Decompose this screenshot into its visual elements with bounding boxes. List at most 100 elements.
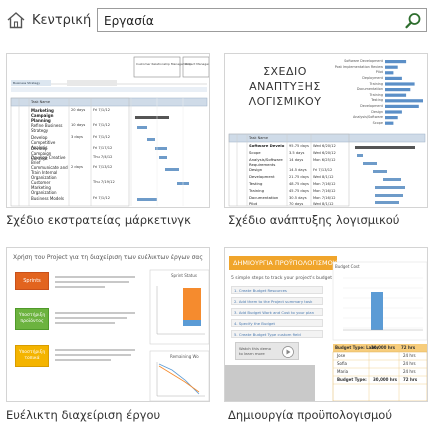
budget-demo[interactable]: Watch this demo to learn more <box>235 342 299 360</box>
mkt-task-start: Thu 7/19/12 <box>93 180 115 184</box>
mkt-task-start: Thu 7/4/12 <box>93 155 113 159</box>
budget-demo-label: Watch this demo to learn more <box>239 346 271 356</box>
budget-step[interactable]: 2. Add them to the Project summary task <box>231 297 323 305</box>
budget-table-cell: 24 hrs <box>403 369 416 374</box>
sw-title-line-3: ΛΟΓΙΣΜΙΚΟΥ <box>248 95 322 108</box>
sw-bar <box>385 71 394 75</box>
sw-bar <box>385 88 411 92</box>
budget-table-cell: Jose <box>337 353 346 358</box>
mkt-task-name: Refine Business Strategy <box>31 123 63 133</box>
budget-step-label: 1. Create Budget Resources <box>234 288 287 293</box>
mkt-task-duration: 2 days <box>71 165 83 169</box>
sw-task-start: Fri 7/13/12 <box>313 168 333 172</box>
sw-task-duration: 21.75 days <box>289 175 309 179</box>
mkt-task-duration: 10 days <box>71 123 86 127</box>
agile-chip-local-label: Υποστήριξη τοπικά <box>18 350 46 361</box>
sw-bar <box>385 110 402 114</box>
budget-step[interactable]: 5. Create Budget Type custom field <box>231 330 323 338</box>
sw-bar-label: Development <box>360 104 383 108</box>
sw-task-name: Software Develo <box>249 143 285 148</box>
budget-table-cell: 72 hrs <box>403 377 418 382</box>
sw-task-name: Scope <box>249 150 261 155</box>
mkt-task-name: Business Models <box>31 196 65 201</box>
sw-task-duration: 3.5 days <box>289 151 305 155</box>
sw-task-name: Analysis/Software Requirements <box>249 157 283 167</box>
top-bar: Κεντρική <box>0 0 435 40</box>
mkt-box-right: Project Manager <box>185 62 210 66</box>
search-icon[interactable] <box>404 12 422 30</box>
budget-step-label: 5. Create Budget Type custom field <box>234 332 301 337</box>
mkt-task-duration: 20 days <box>71 108 86 112</box>
sw-bar-label: Scope <box>372 120 383 125</box>
sw-task-duration: 14.5 days <box>289 168 307 172</box>
sw-bar-label: Documentation <box>356 87 383 92</box>
budget-table-cell: 30,000 hrs <box>373 377 398 382</box>
sw-task-name: Pilot <box>249 201 258 206</box>
sw-task-start: Wed 6/20/12 <box>313 144 336 148</box>
sw-title-line-1: ΣΧΕΔΙΟ <box>263 65 307 78</box>
agile-chip-support-label: Υποστήριξη προϊόντος <box>18 313 46 324</box>
sw-tasks-header: Task Name <box>249 136 268 140</box>
sw-task-name: Testing <box>249 181 263 186</box>
sw-task-duration: 48.75 days <box>289 182 309 186</box>
sw-bar <box>385 82 415 86</box>
template-caption-marketing[interactable]: Σχέδιο εκστρατείας μάρκετινγκ <box>6 213 191 227</box>
budget-banner-label: ΔΗΜΙΟΥΡΓΙΑ ΠΡΟΫΠΟΛΟΓΙΣΜΟΥ <box>233 259 337 267</box>
sw-task-start: Mon 7/16/12 <box>313 189 336 193</box>
sw-task-duration: 14 days <box>289 158 304 162</box>
template-card-marketing[interactable]: Customer Relationship Management Project… <box>6 53 210 208</box>
sw-title: ΣΧΕΔΙΟ ΑΝΑΠΤΥΞΗΣ ΛΟΓΙΣΜΙΚΟΥ <box>233 64 337 109</box>
agile-title: Χρήση του Project για τη διαχείριση των … <box>13 254 203 261</box>
mkt-task-start: Fri 7/13/12 <box>93 165 113 169</box>
home-button[interactable]: Κεντρική <box>6 9 91 31</box>
search-input[interactable] <box>104 12 394 29</box>
budget-table-header-cell: 30,000 hrs <box>371 345 396 350</box>
mkt-box-title: Customer Relationship Management <box>136 62 191 66</box>
mkt-strategy: Business Strategy <box>13 81 41 85</box>
sw-bar-label: Analysis/Software <box>352 115 383 120</box>
sw-task-duration: 30.5 days <box>289 196 307 200</box>
agile-chip-sprints-label: Sprints <box>23 278 41 284</box>
sw-task-start: Wed 8/1/12 <box>313 202 334 206</box>
sw-bar <box>385 104 419 108</box>
sw-bar <box>385 116 398 120</box>
template-card-software[interactable]: ΣΧΕΔΙΟ ΑΝΑΠΤΥΞΗΣ ΛΟΓΙΣΜΙΚΟΥ Software Dev… <box>224 53 428 208</box>
template-card-budget[interactable]: ΔΗΜΙΟΥΡΓΙΑ ΠΡΟΫΠΟΛΟΓΙΣΜΟΥ 5 simple steps… <box>224 247 428 402</box>
mkt-task-name: Develop Creative Brief <box>31 155 66 165</box>
sw-bar-label: Deployment <box>362 76 383 80</box>
template-caption-software[interactable]: Σχέδιο ανάπτυξης λογισμικού <box>228 213 399 227</box>
budget-table-cell: 24 hrs <box>403 361 416 366</box>
sw-task-start: Mon 6/25/12 <box>313 158 336 162</box>
budget-step[interactable]: 1. Create Budget Resources <box>231 286 323 294</box>
template-caption-agile[interactable]: Ευέλικτη διαχείριση έργου <box>6 408 160 422</box>
mkt-tasks-header: Task Name <box>31 100 50 104</box>
template-caption-budget[interactable]: Δημιουργία προϋπολογισμού <box>228 408 392 422</box>
budget-step[interactable]: 3. Add Budget Work and Cost to your plan <box>231 308 323 316</box>
home-icon <box>7 12 25 29</box>
agile-chart1-title: Sprint Status <box>171 273 197 278</box>
sw-bar-label: Software Development <box>344 59 383 64</box>
budget-table-cell: Sofia <box>337 361 347 366</box>
agile-chart2-title: Remaining Wo <box>170 354 199 359</box>
budget-step[interactable]: 4. Specify the Budget <box>231 319 323 327</box>
sw-task-name: Development <box>249 174 275 179</box>
sw-task-duration: 95.75 days <box>289 144 309 148</box>
mkt-task-name: Customer Marketing Organization <box>31 180 57 195</box>
budget-chart-title: Budget Cost <box>335 264 360 269</box>
sw-bar-label: Pilot <box>375 70 383 75</box>
sw-bar-label: Post Implementation Review <box>334 64 383 69</box>
agile-chip-support: Υποστήριξη προϊόντος <box>15 308 49 330</box>
budget-step-label: 3. Add Budget Work and Cost to your plan <box>234 310 315 315</box>
sw-bar <box>385 99 423 103</box>
sw-task-name: Documentation <box>249 195 279 200</box>
sw-bar <box>385 76 402 80</box>
play-icon <box>282 346 294 358</box>
template-card-agile[interactable]: Χρήση του Project για τη διαχείριση των … <box>6 247 210 402</box>
budget-banner: ΔΗΜΙΟΥΡΓΙΑ ΠΡΟΫΠΟΛΟΓΙΣΜΟΥ <box>229 256 337 270</box>
sw-bar-label: Training <box>369 81 383 86</box>
mkt-task-start: Fri 7/17/12 <box>93 146 113 150</box>
sw-title-line-2: ΑΝΑΠΤΥΞΗΣ <box>249 80 321 93</box>
sw-bar-label: Testing <box>371 98 383 103</box>
budget-table-cell: Budget Type: <box>337 377 367 382</box>
budget-table-cell: Maria <box>337 369 349 374</box>
